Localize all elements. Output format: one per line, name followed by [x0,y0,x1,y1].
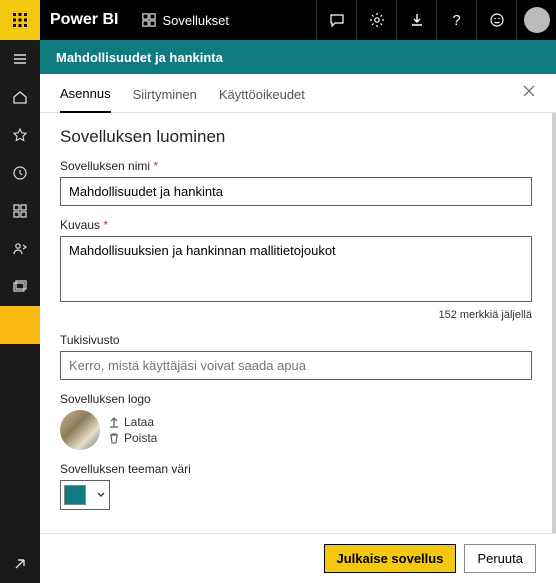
app-name-input[interactable] [60,177,532,206]
app-launcher[interactable] [0,0,40,40]
tabs-row: Asennus Siirtyminen Käyttöoikeudet [40,74,556,113]
theme-color-label: Sovelluksen teeman väri [60,462,532,476]
theme-color-picker[interactable] [60,480,110,510]
delete-logo-button[interactable]: Poista [108,431,157,445]
chars-remaining: 152 merkkiä jäljellä [60,309,532,321]
nav-shared[interactable] [0,230,40,268]
feedback-button[interactable] [476,0,516,40]
question-icon: ? [452,12,460,29]
notifications-button[interactable] [316,0,356,40]
help-button[interactable]: ? [436,0,476,40]
description-input[interactable] [60,236,532,302]
settings-button[interactable] [356,0,396,40]
publish-app-button[interactable]: Julkaise sovellus [324,544,457,573]
app-logo-label: Sovelluksen logo [60,392,532,406]
gear-icon [369,12,385,28]
folders-icon [12,279,28,295]
side-nav [0,40,40,583]
tab-permissions[interactable]: Käyttöoikeudet [219,87,305,112]
clock-icon [12,165,28,181]
arrow-out-icon [12,556,28,572]
upload-icon [108,416,120,428]
brand-label: Power BI [40,11,132,29]
tab-navigation[interactable]: Siirtyminen [133,87,197,112]
upload-logo-button[interactable]: Lataa [108,415,157,429]
workspace-switcher[interactable]: Sovellukset [132,13,238,28]
close-button[interactable] [522,84,536,98]
tab-setup[interactable]: Asennus [60,86,111,113]
support-site-input[interactable] [60,351,532,380]
hamburger-icon [12,51,28,67]
workspace-label: Sovellukset [162,13,228,28]
apps-icon [12,203,28,219]
description-label: Kuvaus * [60,218,532,232]
download-icon [409,12,425,28]
profile-button[interactable] [516,0,556,40]
waffle-icon [12,12,28,28]
trash-icon [108,432,120,444]
top-actions: ? [316,0,556,40]
nav-current-workspace[interactable] [0,306,40,344]
chat-bubble-icon [329,12,345,28]
main-area: Mahdollisuudet ja hankinta Asennus Siirt… [40,40,556,583]
support-site-label: Tukisivusto [60,333,532,347]
nav-toggle[interactable] [0,40,40,78]
workspace-header: Mahdollisuudet ja hankinta [40,40,556,74]
star-icon [12,127,28,143]
nav-recent[interactable] [0,154,40,192]
nav-workspaces[interactable] [0,268,40,306]
nav-apps[interactable] [0,192,40,230]
nav-favorites[interactable] [0,116,40,154]
panel-title: Sovelluksen luominen [60,127,532,147]
nav-getdata[interactable] [0,545,40,583]
app-logo-thumbnail [60,410,100,450]
close-icon [522,84,536,98]
theme-swatch [64,485,86,505]
cancel-button[interactable]: Peruuta [464,544,536,573]
workspace-icon [142,13,156,27]
home-icon [12,89,28,105]
download-button[interactable] [396,0,436,40]
avatar [524,7,550,33]
nav-home[interactable] [0,78,40,116]
setup-panel: Sovelluksen luominen Sovelluksen nimi * … [40,113,556,533]
smile-icon [489,12,505,28]
share-person-icon [12,241,28,257]
top-bar: Power BI Sovellukset ? [0,0,556,40]
footer-bar: Julkaise sovellus Peruuta [40,533,556,583]
app-name-label: Sovelluksen nimi * [60,159,532,173]
workspace-title: Mahdollisuudet ja hankinta [56,50,223,65]
chevron-down-icon [96,490,106,500]
